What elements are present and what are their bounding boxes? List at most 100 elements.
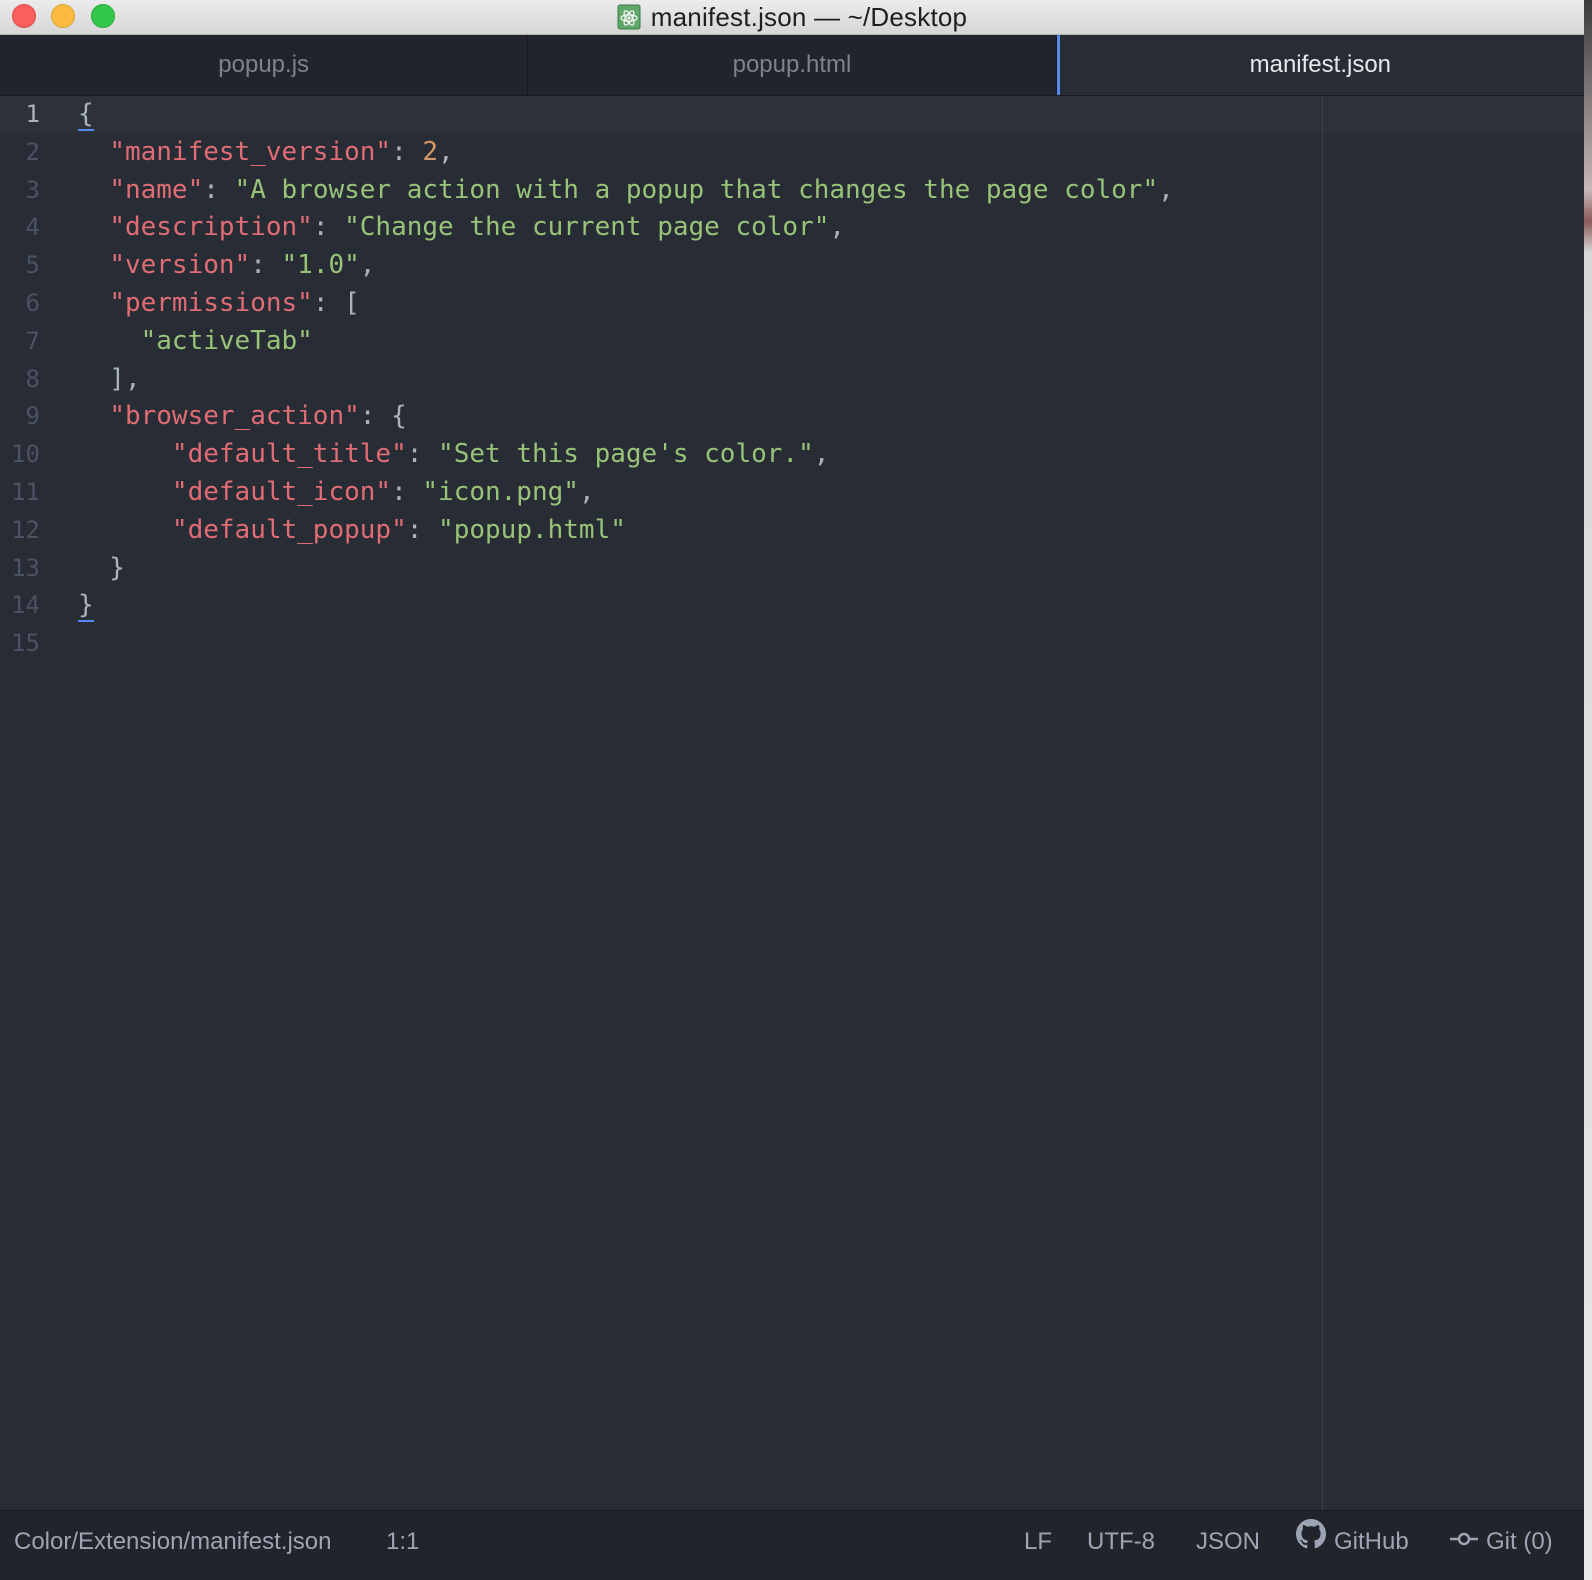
code-line[interactable]: "version": "1.0", — [78, 247, 1174, 285]
json-key-token: "name" — [109, 174, 204, 205]
json-string-token: "icon.png" — [422, 476, 579, 507]
code-line[interactable]: "manifest_version": 2, — [78, 134, 1174, 172]
json-key-token: "default_title" — [171, 439, 407, 470]
line-number[interactable]: 6 — [0, 285, 52, 323]
punctuation-token — [78, 175, 109, 205]
window-title: manifest.json — ~/Desktop — [650, 1, 968, 32]
line-number[interactable]: 11 — [0, 474, 52, 512]
line-number[interactable]: 1 — [0, 96, 52, 134]
wrap-guide — [1322, 96, 1323, 1510]
json-string-token: "activeTab" — [140, 325, 313, 356]
code-line[interactable]: "browser_action": { — [78, 398, 1174, 436]
punctuation-token — [78, 515, 172, 545]
punctuation-token: : { — [359, 401, 407, 432]
punctuation-token — [78, 477, 172, 507]
punctuation-token: : — [312, 212, 345, 243]
line-number[interactable]: 10 — [0, 436, 52, 474]
json-key-token: "default_popup" — [171, 514, 407, 545]
code-line[interactable]: "default_title": "Set this page's color.… — [78, 436, 1174, 474]
json-key-token: "permissions" — [109, 287, 313, 318]
punctuation-token: , — [578, 476, 595, 507]
editor-window: manifest.json — ~/Desktop popup.js popup… — [0, 0, 1584, 1580]
tab-popup-js[interactable]: popup.js — [0, 35, 529, 95]
code-line[interactable]: "activeTab" — [78, 323, 1174, 361]
line-number[interactable]: 8 — [0, 361, 52, 399]
code-line[interactable]: "default_popup": "popup.html" — [78, 512, 1174, 550]
line-number[interactable]: 14 — [0, 587, 52, 625]
json-key-token: "browser_action" — [109, 401, 360, 432]
status-git-label: Git (0) — [1486, 1528, 1553, 1555]
punctuation-token: : — [406, 439, 439, 470]
line-number[interactable]: 4 — [0, 209, 52, 247]
punctuation-token — [78, 288, 109, 318]
punctuation-token: , — [438, 136, 454, 167]
tab-bar: popup.js popup.html manifest.json — [0, 35, 1584, 96]
punctuation-token: ], — [78, 363, 141, 394]
title-wrap: manifest.json — ~/Desktop — [0, 0, 1584, 34]
desktop-edge — [1584, 0, 1592, 1580]
code-line[interactable]: "default_icon": "icon.png", — [78, 474, 1174, 512]
code-editor[interactable]: 1 2 3 4 5 6 7 8 9 10 11 12 13 14 15 { "manifest_versio… — [0, 96, 1584, 1510]
line-number[interactable]: 5 — [0, 247, 52, 285]
json-string-token: "Change the current page color" — [344, 212, 830, 243]
code-lines[interactable]: { "manifest_version": 2, "name": "A brow… — [78, 96, 1174, 663]
tab-label: popup.html — [732, 51, 852, 78]
status-github-button[interactable]: GitHub — [1296, 1511, 1409, 1573]
json-string-token: "popup.html" — [438, 514, 626, 545]
punctuation-token: : — [391, 136, 423, 167]
tab-manifest-json[interactable]: manifest.json — [1056, 35, 1584, 95]
tab-popup-html[interactable]: popup.html — [528, 35, 1057, 95]
punctuation-token — [78, 250, 109, 280]
punctuation-token: } — [78, 552, 125, 583]
line-number[interactable]: 15 — [0, 625, 52, 663]
tab-label: popup.js — [218, 51, 310, 78]
punctuation-token: { — [78, 99, 94, 131]
punctuation-token: } — [78, 590, 94, 623]
status-encoding[interactable]: UTF-8 — [1087, 1511, 1155, 1573]
line-number[interactable]: 7 — [0, 323, 52, 361]
punctuation-token: : — [391, 476, 423, 507]
status-line-ending[interactable]: LF — [1024, 1511, 1052, 1573]
json-key-token: "description" — [109, 212, 313, 243]
status-github-label: GitHub — [1334, 1528, 1409, 1555]
punctuation-token: , — [359, 250, 376, 281]
punctuation-token — [78, 439, 172, 469]
code-line[interactable]: "permissions": [ — [78, 285, 1174, 323]
status-grammar[interactable]: JSON — [1196, 1511, 1260, 1573]
json-number-token: 2 — [422, 136, 439, 167]
punctuation-token: : — [406, 514, 439, 545]
punctuation-token: : — [250, 250, 282, 281]
json-key-token: "version" — [109, 250, 251, 281]
json-string-token: "Set this page's color." — [438, 439, 814, 470]
punctuation-token — [78, 326, 141, 356]
line-number[interactable]: 12 — [0, 512, 52, 550]
git-commit-icon — [1450, 1511, 1478, 1573]
json-string-token: "A browser action with a popup that chan… — [234, 174, 1159, 205]
line-number[interactable]: 3 — [0, 172, 52, 210]
line-number[interactable]: 2 — [0, 134, 52, 172]
punctuation-token: : — [203, 174, 235, 205]
status-git-button[interactable]: Git (0) — [1450, 1511, 1553, 1573]
line-number[interactable]: 13 — [0, 550, 52, 588]
punctuation-token: , — [1158, 174, 1174, 205]
code-line[interactable]: ], — [78, 361, 1174, 399]
line-number[interactable]: 9 — [0, 398, 52, 436]
punctuation-token: , — [829, 212, 846, 243]
code-line[interactable]: { — [78, 96, 1174, 134]
github-octocat-icon — [1296, 1511, 1326, 1573]
status-file-path[interactable]: Color/Extension/manifest.json — [14, 1511, 331, 1573]
code-line[interactable]: } — [78, 550, 1174, 588]
punctuation-token — [78, 401, 109, 431]
code-line[interactable] — [78, 625, 1174, 663]
punctuation-token: : [ — [312, 287, 360, 318]
code-line[interactable]: "name": "A browser action with a popup t… — [78, 172, 1174, 210]
status-cursor-position[interactable]: 1:1 — [386, 1511, 419, 1573]
line-number-gutter[interactable]: 1 2 3 4 5 6 7 8 9 10 11 12 13 14 15 — [0, 96, 52, 663]
code-line[interactable]: } — [78, 587, 1174, 625]
code-line[interactable]: "description": "Change the current page … — [78, 209, 1174, 247]
json-key-token: "manifest_version" — [109, 136, 392, 167]
tab-label: manifest.json — [1249, 51, 1392, 78]
status-bar: Color/Extension/manifest.json 1:1 LF UTF… — [0, 1510, 1584, 1580]
atom-icon — [617, 4, 641, 30]
title-bar[interactable]: manifest.json — ~/Desktop — [0, 0, 1584, 35]
